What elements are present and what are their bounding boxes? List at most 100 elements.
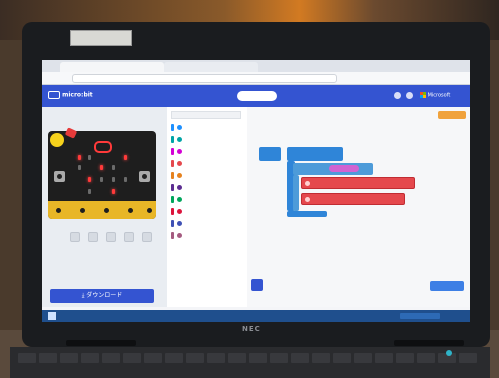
browser-tab[interactable]: [164, 62, 258, 72]
button-a[interactable]: [54, 171, 65, 182]
keyboard-key: [396, 353, 414, 363]
category-color-bar: [171, 124, 174, 131]
keyboard-key: [207, 353, 225, 363]
blocks-workspace[interactable]: [247, 107, 470, 307]
start-icon[interactable]: [48, 312, 56, 320]
microbit-logo[interactable]: micro:bit: [48, 91, 93, 99]
keyboard-key: [123, 353, 141, 363]
led: [124, 155, 127, 160]
simulator-panel: ⤓ ダウンロード: [42, 107, 167, 307]
url-input[interactable]: [72, 74, 337, 83]
led: [88, 189, 91, 194]
toolbox-category[interactable]: [171, 171, 243, 180]
category-icon: [177, 209, 182, 214]
extensions-button[interactable]: [438, 111, 466, 119]
pin-3v[interactable]: [126, 206, 135, 215]
toolbox-category[interactable]: [171, 207, 243, 216]
keyboard-key: [18, 353, 36, 363]
keyboard-key: [291, 353, 309, 363]
microsoft-link[interactable]: Microsoft: [420, 92, 450, 99]
download-button[interactable]: ⤓ ダウンロード: [50, 289, 154, 303]
laptop-keyboard: [10, 347, 490, 378]
keyboard-key: [270, 353, 288, 363]
pin-1[interactable]: [78, 206, 87, 215]
screen: micro:bit Microsoft ⤓ ダウンロード: [42, 60, 470, 322]
download-label: ダウンロード: [86, 292, 123, 299]
category-color-bar: [171, 172, 174, 179]
keyboard-key: [186, 353, 204, 363]
splash-decoration: [64, 127, 78, 139]
keyboard-key: [228, 353, 246, 363]
stop-icon[interactable]: [70, 232, 80, 242]
keyboard-key: [102, 353, 120, 363]
category-color-bar: [171, 184, 174, 191]
keyboard-key: [60, 353, 78, 363]
edge-connector: [48, 201, 156, 219]
condition-block[interactable]: [329, 165, 359, 172]
toolbox-category[interactable]: [171, 183, 243, 192]
keyboard-key: [165, 353, 183, 363]
category-icon: [177, 233, 182, 238]
laptop-brand: NEC: [242, 325, 261, 333]
category-icon: [177, 149, 182, 154]
tab-blocks[interactable]: [237, 91, 277, 101]
restart-icon[interactable]: [88, 232, 99, 242]
settings-gear-icon[interactable]: [406, 92, 413, 99]
bezel-sticker: [70, 30, 132, 46]
browser-address-bar: [42, 72, 470, 85]
laptop-bezel: micro:bit Microsoft ⤓ ダウンロード NEC: [22, 22, 490, 347]
microsoft-logo-icon: [420, 92, 426, 98]
mute-icon[interactable]: [124, 232, 135, 242]
toolbox-category[interactable]: [171, 147, 243, 156]
tab-javascript[interactable]: [282, 91, 322, 101]
block-toolbox: [167, 107, 248, 307]
power-light-icon: [446, 350, 452, 356]
slowmo-icon[interactable]: [106, 232, 117, 242]
microbit-simulator[interactable]: [48, 127, 156, 219]
keyboard-key: [375, 353, 393, 363]
pin-2[interactable]: [102, 206, 111, 215]
forever-block-foot: [287, 211, 327, 217]
makecode-header: micro:bit Microsoft: [42, 85, 470, 107]
help-icon[interactable]: [394, 92, 401, 99]
toolbox-category[interactable]: [171, 135, 243, 144]
toolbox-category[interactable]: [171, 123, 243, 132]
system-tray[interactable]: [400, 313, 440, 319]
microsoft-label: Microsoft: [427, 92, 451, 99]
category-color-bar: [171, 220, 174, 227]
browser-tab-active[interactable]: [60, 62, 164, 72]
toolbox-category[interactable]: [171, 195, 243, 204]
toolbox-category[interactable]: [171, 231, 243, 240]
led: [100, 177, 103, 182]
pin-0[interactable]: [54, 206, 63, 215]
simulator-controls: [70, 227, 155, 242]
undo-icon[interactable]: [251, 279, 263, 291]
keyboard-key: [39, 353, 57, 363]
pin-gnd[interactable]: [145, 206, 154, 215]
category-icon: [177, 221, 182, 226]
toolbox-category[interactable]: [171, 219, 243, 228]
category-icon: [177, 161, 182, 166]
led: [88, 177, 91, 182]
toolbox-category[interactable]: [171, 159, 243, 168]
category-color-bar: [171, 160, 174, 167]
on-start-block[interactable]: [259, 147, 281, 161]
hinge-right: [394, 340, 464, 346]
command-block[interactable]: [301, 177, 415, 189]
zoom-controls[interactable]: [430, 281, 464, 291]
fullscreen-icon[interactable]: [142, 232, 153, 242]
forever-block[interactable]: [287, 147, 343, 161]
category-color-bar: [171, 136, 174, 143]
category-color-bar: [171, 208, 174, 215]
toolbox-search-input[interactable]: [171, 111, 241, 119]
keyboard-key: [417, 353, 435, 363]
button-b[interactable]: [139, 171, 150, 182]
command-block[interactable]: [301, 193, 405, 205]
keyboard-key: [81, 353, 99, 363]
category-color-bar: [171, 232, 174, 239]
category-color-bar: [171, 148, 174, 155]
keyboard-key: [333, 353, 351, 363]
microbit-touch-logo[interactable]: [94, 141, 112, 153]
led: [112, 177, 115, 182]
led: [100, 165, 103, 170]
